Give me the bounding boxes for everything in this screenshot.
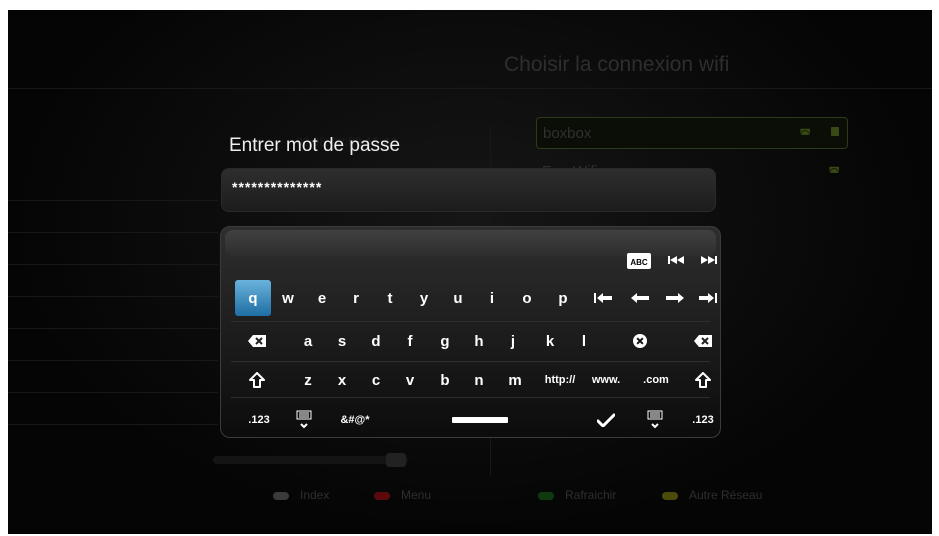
key-w[interactable]: w — [271, 280, 305, 316]
header-line — [8, 88, 932, 89]
legend-other-network: Autre Réseau — [689, 488, 763, 502]
progress-knob — [386, 453, 406, 467]
keyboard-hide-icon — [647, 410, 663, 429]
space-key[interactable] — [446, 404, 514, 436]
backspace-icon — [248, 335, 266, 347]
key-u[interactable]: u — [441, 280, 475, 316]
key-x[interactable]: x — [325, 362, 359, 398]
close-circle-icon — [633, 334, 647, 348]
confirm-key[interactable] — [590, 404, 622, 436]
abc-icon: ABC — [630, 258, 648, 267]
skip-back-key[interactable] — [664, 251, 688, 269]
skip-forward-key[interactable] — [697, 251, 721, 269]
left-row-line — [8, 232, 218, 233]
symbols-key[interactable]: &#@* — [333, 404, 377, 436]
key-i[interactable]: i — [475, 280, 509, 316]
password-value: ************** — [232, 179, 323, 195]
key-o[interactable]: o — [509, 280, 545, 316]
key-z[interactable]: z — [291, 362, 325, 398]
left-row-line — [8, 328, 218, 329]
key-d[interactable]: d — [359, 324, 393, 358]
left-row-line — [8, 296, 218, 297]
hide-keyboard-key-right[interactable] — [639, 404, 671, 436]
key-y[interactable]: y — [407, 280, 441, 316]
key-t[interactable]: t — [373, 280, 407, 316]
wifi-screen-title: Choisir la connexion wifi — [504, 53, 730, 76]
numbers-key-left[interactable]: .123 — [238, 404, 280, 436]
left-row-line — [8, 264, 218, 265]
arrow-to-end-icon — [699, 293, 717, 303]
key-v[interactable]: v — [393, 362, 427, 398]
red-button-icon — [374, 492, 390, 500]
key-n[interactable]: n — [462, 362, 496, 398]
network-item-boxbox[interactable]: boxbox ◚ — [536, 117, 848, 149]
numbers-key-right[interactable]: .123 — [683, 404, 723, 436]
check-icon — [597, 413, 615, 427]
key-g[interactable]: g — [428, 324, 462, 358]
cursor-left-key[interactable] — [625, 280, 655, 316]
password-dialog-title: Entrer mot de passe — [229, 135, 401, 156]
wifi-signal-icon: ◚ — [828, 165, 840, 179]
shift-key[interactable] — [240, 362, 274, 398]
left-row-line — [8, 424, 218, 425]
key-http[interactable]: http:// — [536, 362, 584, 398]
key-k[interactable]: k — [533, 324, 567, 358]
key-www[interactable]: www. — [585, 362, 627, 398]
index-button-icon — [273, 492, 289, 500]
cursor-home-key[interactable] — [588, 280, 618, 316]
legend-menu: Menu — [401, 488, 432, 502]
left-row-line — [8, 200, 218, 201]
key-l[interactable]: l — [567, 324, 601, 358]
delete-key[interactable] — [686, 324, 720, 358]
arrow-right-icon — [666, 293, 684, 303]
key-p[interactable]: p — [545, 280, 581, 316]
skip-forward-icon — [701, 256, 717, 264]
arrow-left-icon — [631, 293, 649, 303]
key-c[interactable]: c — [359, 362, 393, 398]
backspace-key[interactable] — [240, 324, 274, 358]
shift-key-right[interactable] — [686, 362, 720, 398]
cursor-end-key[interactable] — [693, 280, 723, 316]
yellow-button-icon — [662, 492, 678, 500]
key-j[interactable]: j — [496, 324, 530, 358]
keyboard-hide-icon — [296, 410, 312, 429]
shift-icon — [249, 372, 265, 388]
key-r[interactable]: r — [339, 280, 373, 316]
space-bar-icon — [452, 417, 508, 423]
shift-icon — [695, 372, 711, 388]
background-progress-bar — [213, 453, 408, 467]
left-row-line — [8, 392, 218, 393]
key-dotcom[interactable]: .com — [635, 362, 677, 398]
network-name: boxbox — [543, 125, 592, 142]
key-e[interactable]: e — [305, 280, 339, 316]
password-field[interactable]: ************** — [221, 168, 716, 212]
key-s[interactable]: s — [325, 324, 359, 358]
legend-refresh: Rafraichir — [565, 488, 617, 502]
left-row-line — [8, 360, 218, 361]
hide-keyboard-key-left[interactable] — [288, 404, 320, 436]
key-a[interactable]: a — [291, 324, 325, 358]
clear-key[interactable] — [623, 324, 657, 358]
row-separator — [231, 321, 710, 322]
skip-back-icon — [668, 256, 684, 264]
legend-index: Index — [300, 488, 330, 502]
key-h[interactable]: h — [462, 324, 496, 358]
lock-icon — [831, 127, 839, 136]
key-b[interactable]: b — [428, 362, 462, 398]
arrow-to-start-icon — [594, 293, 612, 303]
key-f[interactable]: f — [393, 324, 427, 358]
abc-mode-key[interactable]: ABC — [627, 253, 651, 269]
key-m[interactable]: m — [496, 362, 534, 398]
wifi-signal-icon: ◚ — [799, 127, 811, 141]
cursor-right-key[interactable] — [660, 280, 690, 316]
key-q[interactable]: q — [235, 280, 271, 316]
backspace-icon — [694, 335, 712, 347]
green-button-icon — [538, 492, 554, 500]
